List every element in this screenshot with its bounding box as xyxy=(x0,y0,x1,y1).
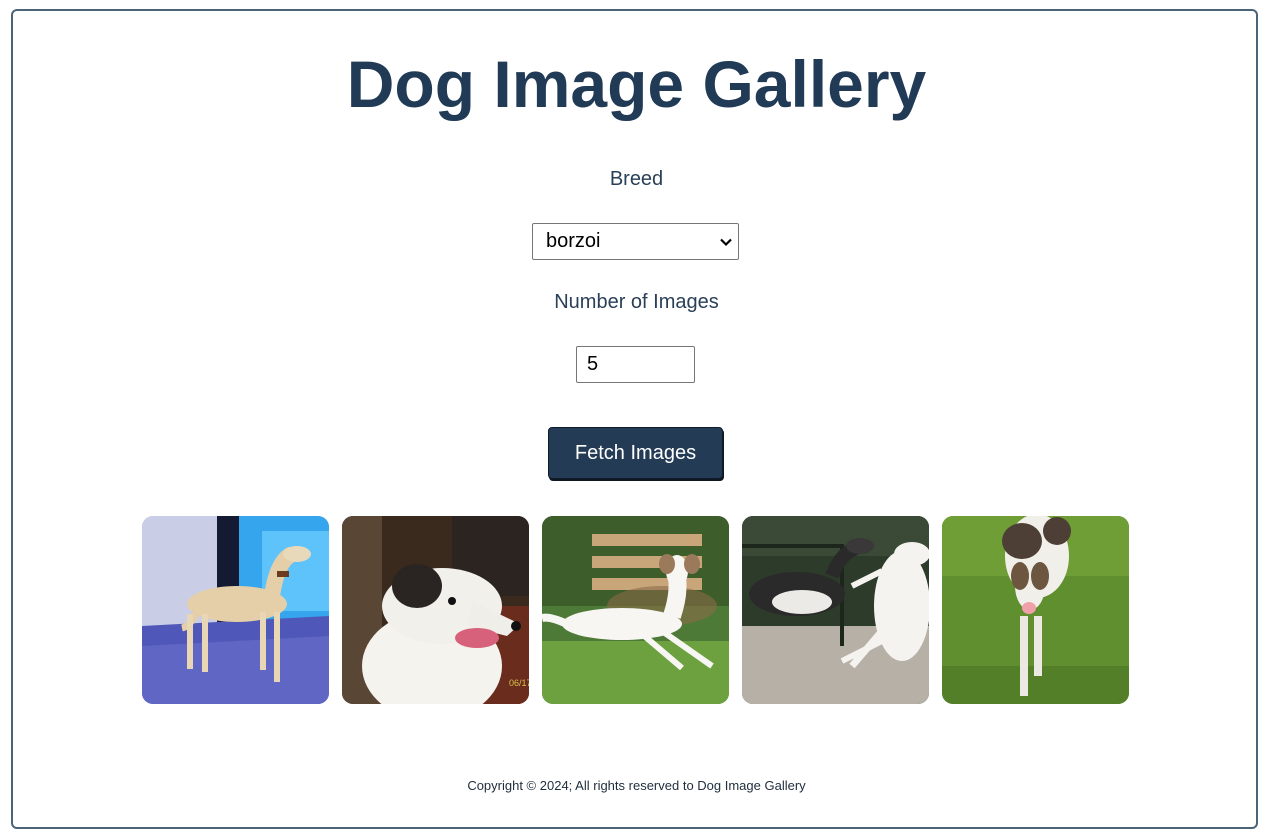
dog-image-1[interactable] xyxy=(142,516,329,704)
dog-image-3[interactable] xyxy=(542,516,729,704)
image-count-value: 5 xyxy=(587,353,599,375)
image-count-input[interactable]: 5 xyxy=(576,346,695,383)
dog-image-2[interactable]: 06/17 xyxy=(342,516,529,704)
breed-select-value: borzoi xyxy=(546,230,601,252)
svg-text:06/17: 06/17 xyxy=(509,678,529,688)
chevron-down-icon xyxy=(720,238,732,247)
footer-copyright: Copyright © 2024; All rights reserved to… xyxy=(467,778,806,793)
breed-label: Breed xyxy=(609,168,664,190)
fetch-images-button[interactable]: Fetch Images xyxy=(548,427,723,479)
app-frame xyxy=(11,9,1258,829)
count-label: Number of Images xyxy=(554,291,719,313)
dog-image-4[interactable] xyxy=(742,516,929,704)
dog-image-5[interactable] xyxy=(942,516,1129,704)
page-title: Dog Image Gallery xyxy=(346,47,927,121)
breed-select[interactable]: borzoi xyxy=(532,223,739,260)
